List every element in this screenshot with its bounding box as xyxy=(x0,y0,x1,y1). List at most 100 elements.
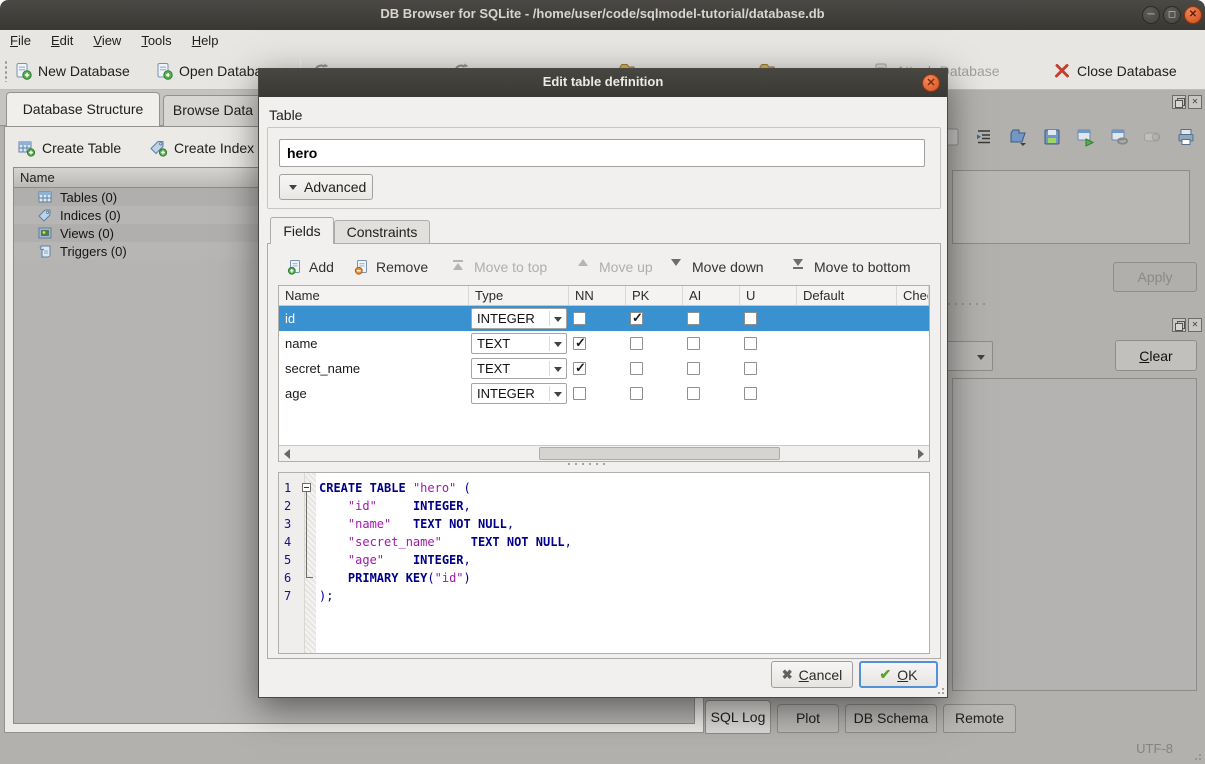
nn-checkbox[interactable] xyxy=(573,312,586,325)
minimize-button[interactable]: ─ xyxy=(1142,6,1160,24)
tab-fields[interactable]: Fields xyxy=(270,217,334,244)
menu-tools[interactable]: Tools xyxy=(131,30,181,52)
sql-log-area[interactable] xyxy=(952,378,1197,691)
tab-db-schema[interactable]: DB Schema xyxy=(845,704,937,733)
move-down-button[interactable]: Move down xyxy=(670,254,764,280)
action-label: Add xyxy=(309,259,334,275)
menu-view[interactable]: View xyxy=(83,30,131,52)
menu-file[interactable]: File xyxy=(0,30,41,52)
ok-button[interactable]: ✔ OK xyxy=(859,661,938,688)
link-window-icon[interactable] xyxy=(1110,127,1132,149)
tab-database-structure[interactable]: Database Structure xyxy=(6,92,160,126)
ai-checkbox[interactable] xyxy=(687,362,700,375)
column-header-name[interactable]: Name xyxy=(279,286,469,305)
set-null-icon[interactable] xyxy=(1142,127,1164,149)
u-checkbox[interactable] xyxy=(744,387,757,400)
scroll-left-icon[interactable] xyxy=(284,449,290,459)
dialog-close-button[interactable]: ✕ xyxy=(922,74,940,92)
open-external-icon[interactable] xyxy=(1076,127,1098,149)
pk-checkbox[interactable] xyxy=(630,312,643,325)
pk-checkbox[interactable] xyxy=(630,387,643,400)
import-cell-icon[interactable] xyxy=(1008,127,1030,149)
remove-button[interactable]: Remove xyxy=(354,254,428,280)
field-name-cell[interactable]: age xyxy=(279,386,469,401)
apply-button[interactable]: Apply xyxy=(1113,262,1197,292)
hscrollbar-handle[interactable] xyxy=(539,447,780,460)
add-button[interactable]: Add xyxy=(287,254,334,280)
field-pk-cell xyxy=(626,387,683,400)
column-header-nn[interactable]: NN xyxy=(569,286,626,305)
nn-checkbox[interactable] xyxy=(573,387,586,400)
nn-checkbox[interactable] xyxy=(573,337,586,350)
dialog-resize-grip[interactable] xyxy=(934,684,944,694)
close-window-button[interactable]: ✕ xyxy=(1184,6,1202,24)
type-combobox[interactable]: TEXT xyxy=(471,358,567,379)
toolbar-drag-handle[interactable] xyxy=(4,60,8,82)
clear-log-button[interactable]: Clear xyxy=(1115,340,1197,371)
type-combobox[interactable]: INTEGER xyxy=(471,308,567,329)
type-combobox[interactable]: TEXT xyxy=(471,333,567,354)
tab-sql-log[interactable]: SQL Log xyxy=(705,700,771,734)
column-header-u[interactable]: U xyxy=(740,286,797,305)
field-name-cell[interactable]: id xyxy=(279,311,469,326)
tab-constraints[interactable]: Constraints xyxy=(334,220,430,244)
move-up-button[interactable]: Move up xyxy=(577,254,653,280)
sql-code-line: "age" INTEGER, xyxy=(319,551,929,569)
print-icon[interactable] xyxy=(1176,127,1198,149)
menu-help[interactable]: Help xyxy=(182,30,229,52)
column-header-ai[interactable]: AI xyxy=(683,286,740,305)
pk-checkbox[interactable] xyxy=(630,337,643,350)
column-header-pk[interactable]: PK xyxy=(626,286,683,305)
cell-editor-textarea[interactable] xyxy=(952,170,1190,244)
u-checkbox[interactable] xyxy=(744,362,757,375)
fields-table-hscrollbar[interactable] xyxy=(279,445,929,461)
pk-checkbox[interactable] xyxy=(630,362,643,375)
app-window: DB Browser for SQLite - /home/user/code/… xyxy=(0,0,1205,764)
advanced-button[interactable]: Advanced xyxy=(279,174,373,200)
export-cell-icon[interactable] xyxy=(1042,127,1064,149)
panel-splitter-handle[interactable] xyxy=(568,463,612,467)
dock-float-icon[interactable] xyxy=(1172,95,1186,109)
scroll-right-icon[interactable] xyxy=(918,449,924,459)
apply-label: Apply xyxy=(1137,269,1172,285)
field-row-id[interactable]: idINTEGER xyxy=(279,306,929,331)
u-checkbox[interactable] xyxy=(744,312,757,325)
tab-remote[interactable]: Remote xyxy=(943,704,1016,733)
maximize-button[interactable]: ◻ xyxy=(1163,6,1181,24)
window-resize-grip[interactable] xyxy=(1191,750,1201,760)
create-index-button[interactable]: Create Index xyxy=(149,135,254,161)
ai-checkbox[interactable] xyxy=(687,387,700,400)
move-to-top-button[interactable]: Move to top xyxy=(452,254,547,280)
field-name-cell[interactable]: name xyxy=(279,336,469,351)
column-header-type[interactable]: Type xyxy=(469,286,569,305)
log-dock-float-icon[interactable] xyxy=(1172,318,1186,332)
ai-checkbox[interactable] xyxy=(687,337,700,350)
close-database-button[interactable]: Close Database xyxy=(1053,58,1177,84)
log-dock-close-icon[interactable]: ✕ xyxy=(1188,318,1202,332)
menu-edit[interactable]: Edit xyxy=(41,30,83,52)
cancel-button[interactable]: ✖ Cancel xyxy=(771,661,853,688)
field-row-age[interactable]: ageINTEGER xyxy=(279,381,929,406)
field-row-secret_name[interactable]: secret_nameTEXT xyxy=(279,356,929,381)
dock-close-icon[interactable]: ✕ xyxy=(1188,95,1202,109)
tab-browse-data[interactable]: Browse Data xyxy=(163,95,263,126)
ai-checkbox[interactable] xyxy=(687,312,700,325)
field-name-cell[interactable]: secret_name xyxy=(279,361,469,376)
field-row-name[interactable]: nameTEXT xyxy=(279,331,929,356)
create-table-button[interactable]: Create Table xyxy=(17,135,121,161)
column-header-default[interactable]: Default xyxy=(797,286,897,305)
type-combobox[interactable]: INTEGER xyxy=(471,383,567,404)
new-database-button[interactable]: New Database xyxy=(14,58,130,84)
window-titlebar[interactable]: DB Browser for SQLite - /home/user/code/… xyxy=(0,0,1205,30)
move-to-bottom-button[interactable]: Move to bottom xyxy=(792,254,911,280)
dialog-titlebar[interactable]: Edit table definition ✕ xyxy=(259,69,947,97)
fold-collapse-icon[interactable] xyxy=(302,483,311,492)
tab-plot[interactable]: Plot xyxy=(777,704,839,733)
chevron-down-icon xyxy=(554,317,562,322)
nn-checkbox[interactable] xyxy=(573,362,586,375)
word-wrap-icon[interactable] xyxy=(974,127,996,149)
table-name-input[interactable]: hero xyxy=(279,139,925,167)
u-checkbox[interactable] xyxy=(744,337,757,350)
dock-splitter-handle[interactable] xyxy=(948,303,992,307)
column-header-check[interactable]: Check xyxy=(897,286,929,305)
